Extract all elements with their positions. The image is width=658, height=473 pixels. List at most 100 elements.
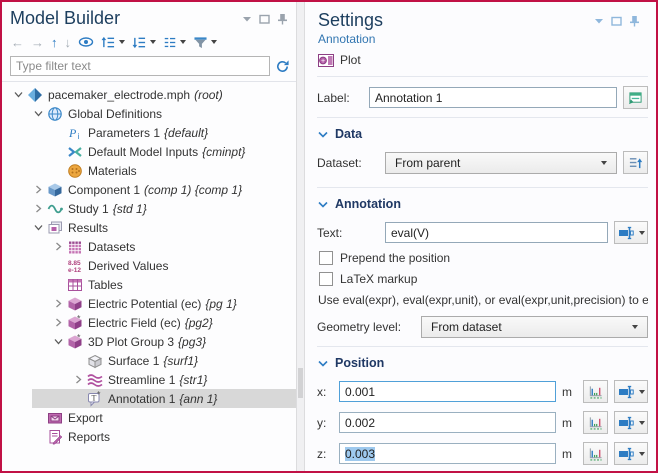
annotation-node-icon: T*: [86, 391, 103, 407]
expand-button[interactable]: [129, 32, 159, 52]
tree-closed-chevron-icon[interactable]: [50, 242, 66, 251]
range-button[interactable]: [583, 411, 608, 434]
comsol-window: Model Builder ←→↑↓ pacemaker_electrode.m…: [0, 0, 658, 473]
prepend-position-checkbox[interactable]: Prepend the position: [319, 251, 648, 265]
plot-button-label: Plot: [340, 53, 361, 67]
panel-splitter[interactable]: [296, 2, 305, 471]
section-annotation-header[interactable]: Annotation: [318, 197, 648, 211]
y-expression-button[interactable]: [614, 411, 648, 434]
materials-icon: [66, 163, 83, 179]
tree-open-chevron-icon[interactable]: [30, 109, 46, 118]
tree-item-materials[interactable]: Materials: [2, 161, 296, 180]
tree-item-export[interactable]: Export: [2, 408, 296, 427]
y-unit: m: [562, 416, 577, 430]
model-builder-toolbar: ←→↑↓: [2, 29, 296, 54]
float-panel-icon[interactable]: [611, 16, 622, 26]
dataset-dropdown[interactable]: From parent: [385, 152, 617, 174]
tree-closed-chevron-icon[interactable]: [30, 204, 46, 213]
section-annotation: Annotation Text: Prepend the position La…: [317, 187, 648, 346]
refresh-icon[interactable]: [275, 59, 290, 74]
move-up-button[interactable]: ↑: [48, 32, 61, 52]
tree-item-tables[interactable]: Tables: [2, 275, 296, 294]
tree-item-results[interactable]: Results: [2, 218, 296, 237]
range-button[interactable]: [583, 380, 608, 403]
svg-text:T: T: [91, 393, 96, 402]
tree-item-streamline-1[interactable]: Streamline 1{str1}: [2, 370, 296, 389]
tree-item-surface-1[interactable]: Surface 1{surf1}: [2, 351, 296, 370]
pin-icon[interactable]: [277, 13, 288, 25]
z-input[interactable]: 0.003: [339, 443, 556, 464]
tree-item-global-definitions[interactable]: Global Definitions: [2, 104, 296, 123]
svg-text:+: +: [321, 58, 325, 65]
text-label: Text:: [317, 226, 379, 240]
forward-button[interactable]: →: [28, 32, 47, 52]
tree-item-parameters-1[interactable]: PiParameters 1{default}: [2, 123, 296, 142]
float-panel-icon[interactable]: [259, 14, 270, 24]
edit-label-button[interactable]: [623, 86, 648, 109]
x-unit: m: [562, 385, 577, 399]
tree-open-chevron-icon[interactable]: [50, 337, 66, 346]
geometry-level-dropdown[interactable]: From dataset: [421, 316, 648, 338]
pin-icon[interactable]: [629, 15, 640, 27]
svg-text:P: P: [68, 126, 77, 140]
position-row-x: x: 0.001 m: [317, 380, 648, 403]
model-builder-title: Model Builder: [10, 8, 120, 29]
go-to-source-button[interactable]: [623, 151, 648, 174]
section-position-header[interactable]: Position: [318, 356, 648, 370]
model-tree-node-text-button[interactable]: [160, 32, 189, 52]
study-icon: [46, 201, 63, 217]
tree-open-chevron-icon[interactable]: [30, 223, 46, 232]
show-button[interactable]: [75, 32, 97, 52]
z-unit: m: [562, 447, 577, 461]
tree-item-reports[interactable]: Reports: [2, 427, 296, 446]
tree-open-chevron-icon[interactable]: [10, 90, 26, 99]
tree-item-default-model-inputs[interactable]: Default Model Inputs{cminpt}: [2, 142, 296, 161]
panel-menu-icon[interactable]: [595, 18, 604, 24]
x-expression-button[interactable]: [614, 380, 648, 403]
filter-input[interactable]: [10, 56, 270, 76]
filter-row: [2, 54, 296, 81]
streamline-icon: [86, 372, 103, 388]
label-row: Label:: [317, 76, 648, 117]
y-label: y:: [317, 416, 333, 430]
splitter-handle[interactable]: [298, 368, 303, 398]
checkbox-box[interactable]: [319, 272, 333, 286]
range-button[interactable]: [583, 442, 608, 465]
inputs-icon: [66, 144, 83, 160]
insert-expression-button[interactable]: [614, 221, 648, 244]
section-data-header[interactable]: Data: [318, 127, 648, 141]
tree-item-pacemaker-electrode-mph[interactable]: pacemaker_electrode.mph(root): [2, 85, 296, 104]
tree-item-datasets[interactable]: Datasets: [2, 237, 296, 256]
latex-markup-checkbox[interactable]: LaTeX markup: [319, 272, 648, 286]
filter-button[interactable]: [190, 32, 220, 52]
move-down-button[interactable]: ↓: [62, 32, 75, 52]
plot-button[interactable]: + Plot: [318, 53, 648, 67]
panel-menu-icon[interactable]: [243, 16, 252, 22]
tree-item-3d-plot-group-3[interactable]: *3D Plot Group 3{pg3}: [2, 332, 296, 351]
label-input[interactable]: [369, 87, 617, 108]
tree-item-electric-potential-ec[interactable]: Electric Potential (ec){pg 1}: [2, 294, 296, 313]
x-input[interactable]: 0.001: [339, 381, 556, 402]
tree-closed-chevron-icon[interactable]: [50, 318, 66, 327]
tree-item-annotation-1[interactable]: T*Annotation 1{ann 1}: [2, 389, 296, 408]
tree-closed-chevron-icon[interactable]: [30, 185, 46, 194]
back-button[interactable]: ←: [8, 32, 27, 52]
tables-icon: [66, 277, 83, 293]
collapse-button[interactable]: [98, 32, 128, 52]
z-expression-button[interactable]: [614, 442, 648, 465]
tree-item-study-1[interactable]: Study 1{std 1}: [2, 199, 296, 218]
section-data: Data Dataset: From parent: [317, 117, 648, 187]
x-label: x:: [317, 385, 333, 399]
tree-closed-chevron-icon[interactable]: [70, 375, 86, 384]
checkbox-box[interactable]: [319, 251, 333, 265]
tree-item-component-1[interactable]: Component 1(comp 1) {comp 1}: [2, 180, 296, 199]
svg-text:i: i: [77, 132, 79, 141]
annotation-text-input[interactable]: [385, 222, 608, 243]
settings-title: Settings: [318, 10, 383, 31]
section-position-title: Position: [335, 356, 384, 370]
tree-item-derived-values[interactable]: 8.85e-12Derived Values: [2, 256, 296, 275]
y-input[interactable]: 0.002: [339, 412, 556, 433]
label-field-label: Label:: [317, 91, 363, 105]
tree-closed-chevron-icon[interactable]: [50, 299, 66, 308]
tree-item-electric-field-ec[interactable]: *Electric Field (ec){pg2}: [2, 313, 296, 332]
